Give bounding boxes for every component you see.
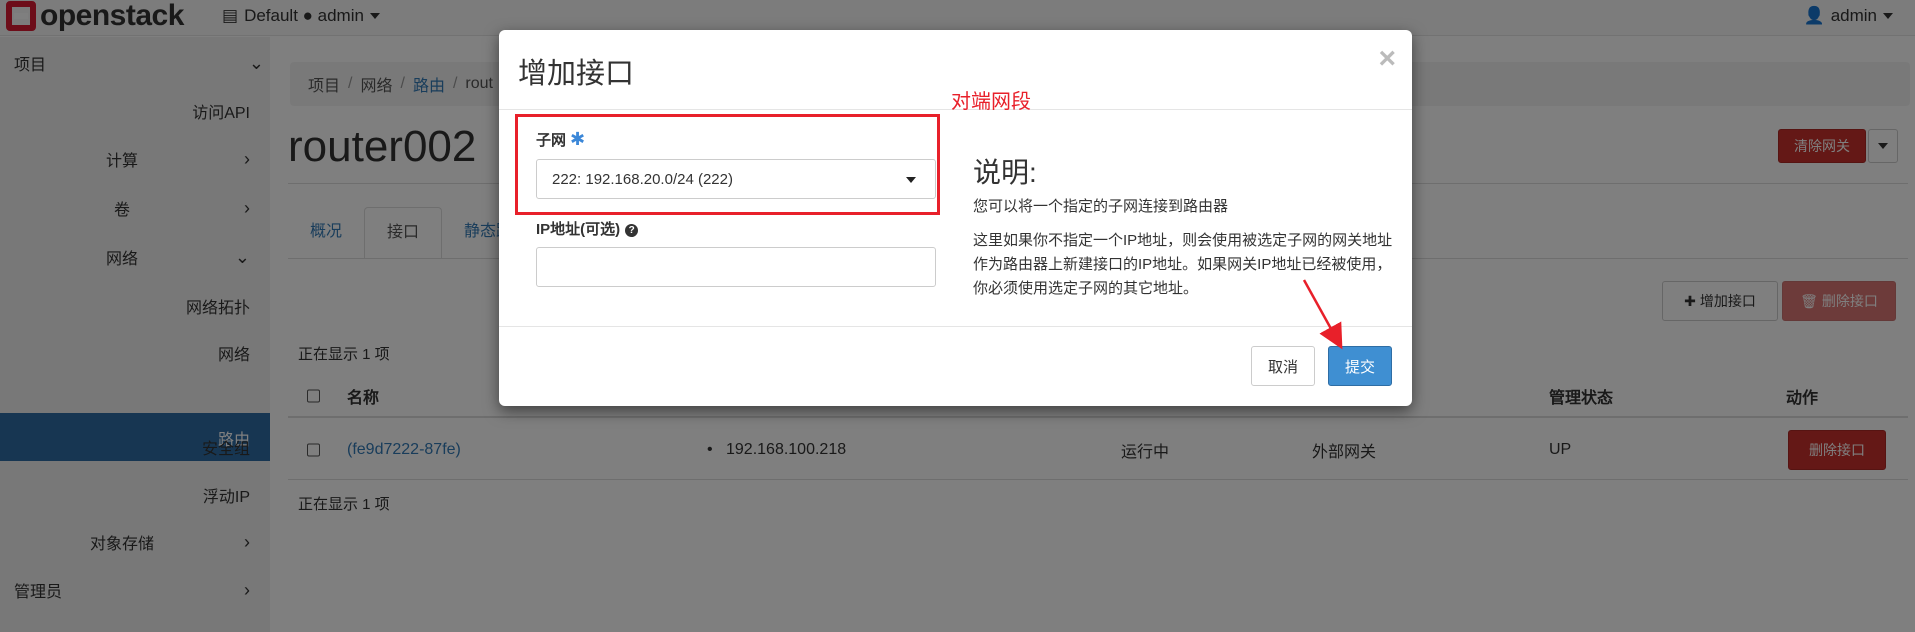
modal-title: 增加接口 [518, 58, 635, 90]
add-interface-modal: 增加接口 × 子网 ✱ 222: 192.168.20.0/24 (222) IP… [499, 30, 1412, 406]
cancel-button[interactable]: 取消 [1251, 346, 1315, 386]
submit-button[interactable]: 提交 [1328, 346, 1392, 386]
annotation-highlight-box [515, 114, 940, 215]
description-text-2: 这里如果你不指定一个IP地址，则会使用被选定子网的网关地址作为路由器上新建接口的… [973, 232, 1393, 297]
ip-address-label-text: IP地址(可选) [536, 221, 621, 238]
question-circle-icon[interactable]: ? [625, 224, 639, 237]
description-text-1: 您可以将一个指定的子网连接到路由器 [973, 198, 1229, 215]
ip-address-label: IP地址(可选)? [536, 218, 639, 239]
ip-address-input[interactable] [536, 247, 936, 287]
close-icon[interactable]: × [1378, 42, 1396, 76]
description-title: 说明: [973, 157, 1037, 188]
annotation-label: 对端网段 [951, 91, 1031, 113]
